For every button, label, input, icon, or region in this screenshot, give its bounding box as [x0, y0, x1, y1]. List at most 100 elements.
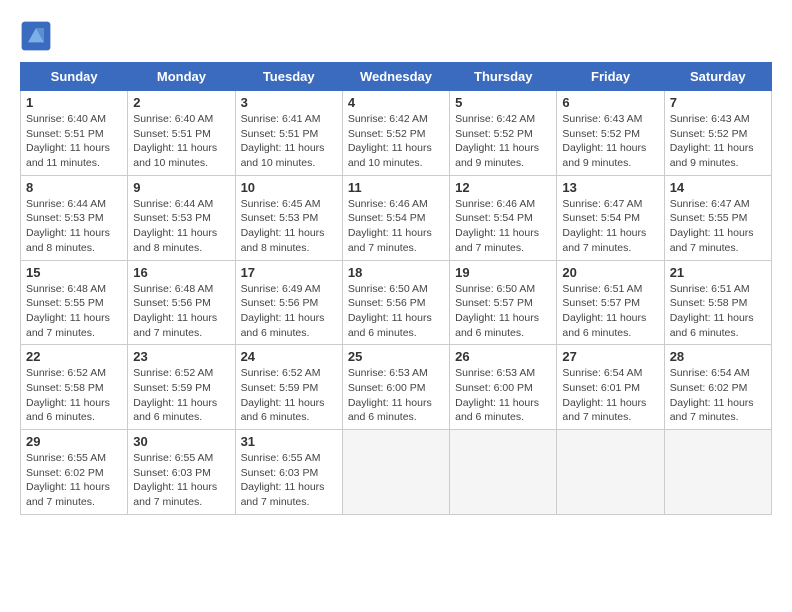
header-tuesday: Tuesday — [235, 63, 342, 91]
header-saturday: Saturday — [664, 63, 771, 91]
day-number: 29 — [26, 434, 122, 449]
day-number: 19 — [455, 265, 551, 280]
day-detail: Sunrise: 6:43 AMSunset: 5:52 PMDaylight:… — [670, 112, 766, 171]
calendar-cell: 28 Sunrise: 6:54 AMSunset: 6:02 PMDayligh… — [664, 345, 771, 430]
calendar-cell: 22 Sunrise: 6:52 AMSunset: 5:58 PMDayligh… — [21, 345, 128, 430]
day-number: 18 — [348, 265, 444, 280]
calendar-cell: 1Sunrise: 6:40 AMSunset: 5:51 PMDaylight… — [21, 91, 128, 176]
calendar-cell: 17Sunrise: 6:49 AMSunset: 5:56 PMDayligh… — [235, 260, 342, 345]
day-detail: Sunrise: 6:48 AMSunset: 5:55 PMDaylight:… — [26, 282, 122, 341]
calendar-cell: 12 Sunrise: 6:46 AMSunset: 5:54 PMDayligh… — [450, 175, 557, 260]
calendar-cell: 16Sunrise: 6:48 AMSunset: 5:56 PMDayligh… — [128, 260, 235, 345]
calendar-cell: 20 Sunrise: 6:51 AMSunset: 5:57 PMDayligh… — [557, 260, 664, 345]
day-number: 12 — [455, 180, 551, 195]
day-detail: Sunrise: 6:53 AMSunset: 6:00 PMDaylight:… — [348, 366, 444, 425]
calendar-cell: 11 Sunrise: 6:46 AMSunset: 5:54 PMDayligh… — [342, 175, 449, 260]
day-number: 28 — [670, 349, 766, 364]
day-detail: Sunrise: 6:46 AMSunset: 5:54 PMDaylight:… — [455, 197, 551, 256]
calendar-cell: 2Sunrise: 6:40 AMSunset: 5:51 PMDaylight… — [128, 91, 235, 176]
day-number: 27 — [562, 349, 658, 364]
calendar-cell: 19 Sunrise: 6:50 AMSunset: 5:57 PMDayligh… — [450, 260, 557, 345]
page-header — [20, 20, 772, 52]
day-number: 8 — [26, 180, 122, 195]
calendar-week-row: 15 Sunrise: 6:48 AMSunset: 5:55 PMDayligh… — [21, 260, 772, 345]
day-detail: Sunrise: 6:42 AMSunset: 5:52 PMDaylight:… — [455, 112, 551, 171]
day-detail: Sunrise: 6:52 AMSunset: 5:59 PMDaylight:… — [133, 366, 229, 425]
calendar-week-row: 22 Sunrise: 6:52 AMSunset: 5:58 PMDayligh… — [21, 345, 772, 430]
day-number: 25 — [348, 349, 444, 364]
day-number: 5 — [455, 95, 551, 110]
day-number: 22 — [26, 349, 122, 364]
day-detail: Sunrise: 6:51 AMSunset: 5:57 PMDaylight:… — [562, 282, 658, 341]
day-detail: Sunrise: 6:44 AMSunset: 5:53 PMDaylight:… — [133, 197, 229, 256]
calendar-cell: 7Sunrise: 6:43 AMSunset: 5:52 PMDaylight… — [664, 91, 771, 176]
day-detail: Sunrise: 6:54 AMSunset: 6:02 PMDaylight:… — [670, 366, 766, 425]
day-number: 30 — [133, 434, 229, 449]
day-number: 20 — [562, 265, 658, 280]
calendar-week-row: 29 Sunrise: 6:55 AMSunset: 6:02 PMDayligh… — [21, 430, 772, 515]
day-detail: Sunrise: 6:50 AMSunset: 5:56 PMDaylight:… — [348, 282, 444, 341]
day-detail: Sunrise: 6:45 AMSunset: 5:53 PMDaylight:… — [241, 197, 337, 256]
day-detail: Sunrise: 6:55 AMSunset: 6:03 PMDaylight:… — [241, 451, 337, 510]
day-detail: Sunrise: 6:48 AMSunset: 5:56 PMDaylight:… — [133, 282, 229, 341]
calendar-cell: 24Sunrise: 6:52 AMSunset: 5:59 PMDayligh… — [235, 345, 342, 430]
day-detail: Sunrise: 6:44 AMSunset: 5:53 PMDaylight:… — [26, 197, 122, 256]
day-number: 21 — [670, 265, 766, 280]
header-monday: Monday — [128, 63, 235, 91]
calendar-header-row: SundayMondayTuesdayWednesdayThursdayFrid… — [21, 63, 772, 91]
calendar-cell: 31Sunrise: 6:55 AMSunset: 6:03 PMDayligh… — [235, 430, 342, 515]
calendar-cell: 23 Sunrise: 6:52 AMSunset: 5:59 PMDayligh… — [128, 345, 235, 430]
calendar-week-row: 1 Sunrise: 6:40 AMSunset: 5:51 PMDaylight… — [21, 91, 772, 176]
calendar-cell: 4 Sunrise: 6:42 AMSunset: 5:52 PMDaylight… — [342, 91, 449, 176]
day-detail: Sunrise: 6:43 AMSunset: 5:52 PMDaylight:… — [562, 112, 658, 171]
logo-icon — [20, 20, 52, 52]
calendar-cell: 14 Sunrise: 6:47 AMSunset: 5:55 PMDayligh… — [664, 175, 771, 260]
day-detail: Sunrise: 6:50 AMSunset: 5:57 PMDaylight:… — [455, 282, 551, 341]
header-wednesday: Wednesday — [342, 63, 449, 91]
day-detail: Sunrise: 6:54 AMSunset: 6:01 PMDaylight:… — [562, 366, 658, 425]
day-number: 17 — [241, 265, 337, 280]
day-number: 11 — [348, 180, 444, 195]
day-number: 23 — [133, 349, 229, 364]
day-number: 14 — [670, 180, 766, 195]
day-detail: Sunrise: 6:53 AMSunset: 6:00 PMDaylight:… — [455, 366, 551, 425]
calendar-cell: 5 Sunrise: 6:42 AMSunset: 5:52 PMDaylight… — [450, 91, 557, 176]
calendar-cell: 8 Sunrise: 6:44 AMSunset: 5:53 PMDaylight… — [21, 175, 128, 260]
calendar-cell: 13Sunrise: 6:47 AMSunset: 5:54 PMDayligh… — [557, 175, 664, 260]
calendar-cell — [664, 430, 771, 515]
calendar-week-row: 8 Sunrise: 6:44 AMSunset: 5:53 PMDaylight… — [21, 175, 772, 260]
day-detail: Sunrise: 6:42 AMSunset: 5:52 PMDaylight:… — [348, 112, 444, 171]
day-detail: Sunrise: 6:47 AMSunset: 5:55 PMDaylight:… — [670, 197, 766, 256]
calendar-cell: 25 Sunrise: 6:53 AMSunset: 6:00 PMDayligh… — [342, 345, 449, 430]
calendar-cell: 10 Sunrise: 6:45 AMSunset: 5:53 PMDayligh… — [235, 175, 342, 260]
day-detail: Sunrise: 6:41 AMSunset: 5:51 PMDaylight:… — [241, 112, 337, 171]
calendar-cell — [342, 430, 449, 515]
day-number: 10 — [241, 180, 337, 195]
calendar-cell: 21Sunrise: 6:51 AMSunset: 5:58 PMDayligh… — [664, 260, 771, 345]
day-number: 24 — [241, 349, 337, 364]
header-friday: Friday — [557, 63, 664, 91]
day-detail: Sunrise: 6:55 AMSunset: 6:03 PMDaylight:… — [133, 451, 229, 510]
calendar-cell: 30 Sunrise: 6:55 AMSunset: 6:03 PMDayligh… — [128, 430, 235, 515]
day-number: 15 — [26, 265, 122, 280]
calendar-cell: 3Sunrise: 6:41 AMSunset: 5:51 PMDaylight… — [235, 91, 342, 176]
calendar-cell: 26 Sunrise: 6:53 AMSunset: 6:00 PMDayligh… — [450, 345, 557, 430]
day-number: 13 — [562, 180, 658, 195]
day-detail: Sunrise: 6:52 AMSunset: 5:58 PMDaylight:… — [26, 366, 122, 425]
calendar-cell: 9Sunrise: 6:44 AMSunset: 5:53 PMDaylight… — [128, 175, 235, 260]
day-detail: Sunrise: 6:46 AMSunset: 5:54 PMDaylight:… — [348, 197, 444, 256]
day-number: 1 — [26, 95, 122, 110]
day-detail: Sunrise: 6:55 AMSunset: 6:02 PMDaylight:… — [26, 451, 122, 510]
day-number: 6 — [562, 95, 658, 110]
calendar-cell — [557, 430, 664, 515]
calendar-cell — [450, 430, 557, 515]
calendar-cell: 15 Sunrise: 6:48 AMSunset: 5:55 PMDayligh… — [21, 260, 128, 345]
calendar-cell: 6 Sunrise: 6:43 AMSunset: 5:52 PMDaylight… — [557, 91, 664, 176]
day-number: 26 — [455, 349, 551, 364]
header-sunday: Sunday — [21, 63, 128, 91]
calendar-cell: 18 Sunrise: 6:50 AMSunset: 5:56 PMDayligh… — [342, 260, 449, 345]
logo — [20, 20, 58, 52]
calendar-table: SundayMondayTuesdayWednesdayThursdayFrid… — [20, 62, 772, 515]
day-number: 4 — [348, 95, 444, 110]
day-detail: Sunrise: 6:40 AMSunset: 5:51 PMDaylight:… — [133, 112, 229, 171]
